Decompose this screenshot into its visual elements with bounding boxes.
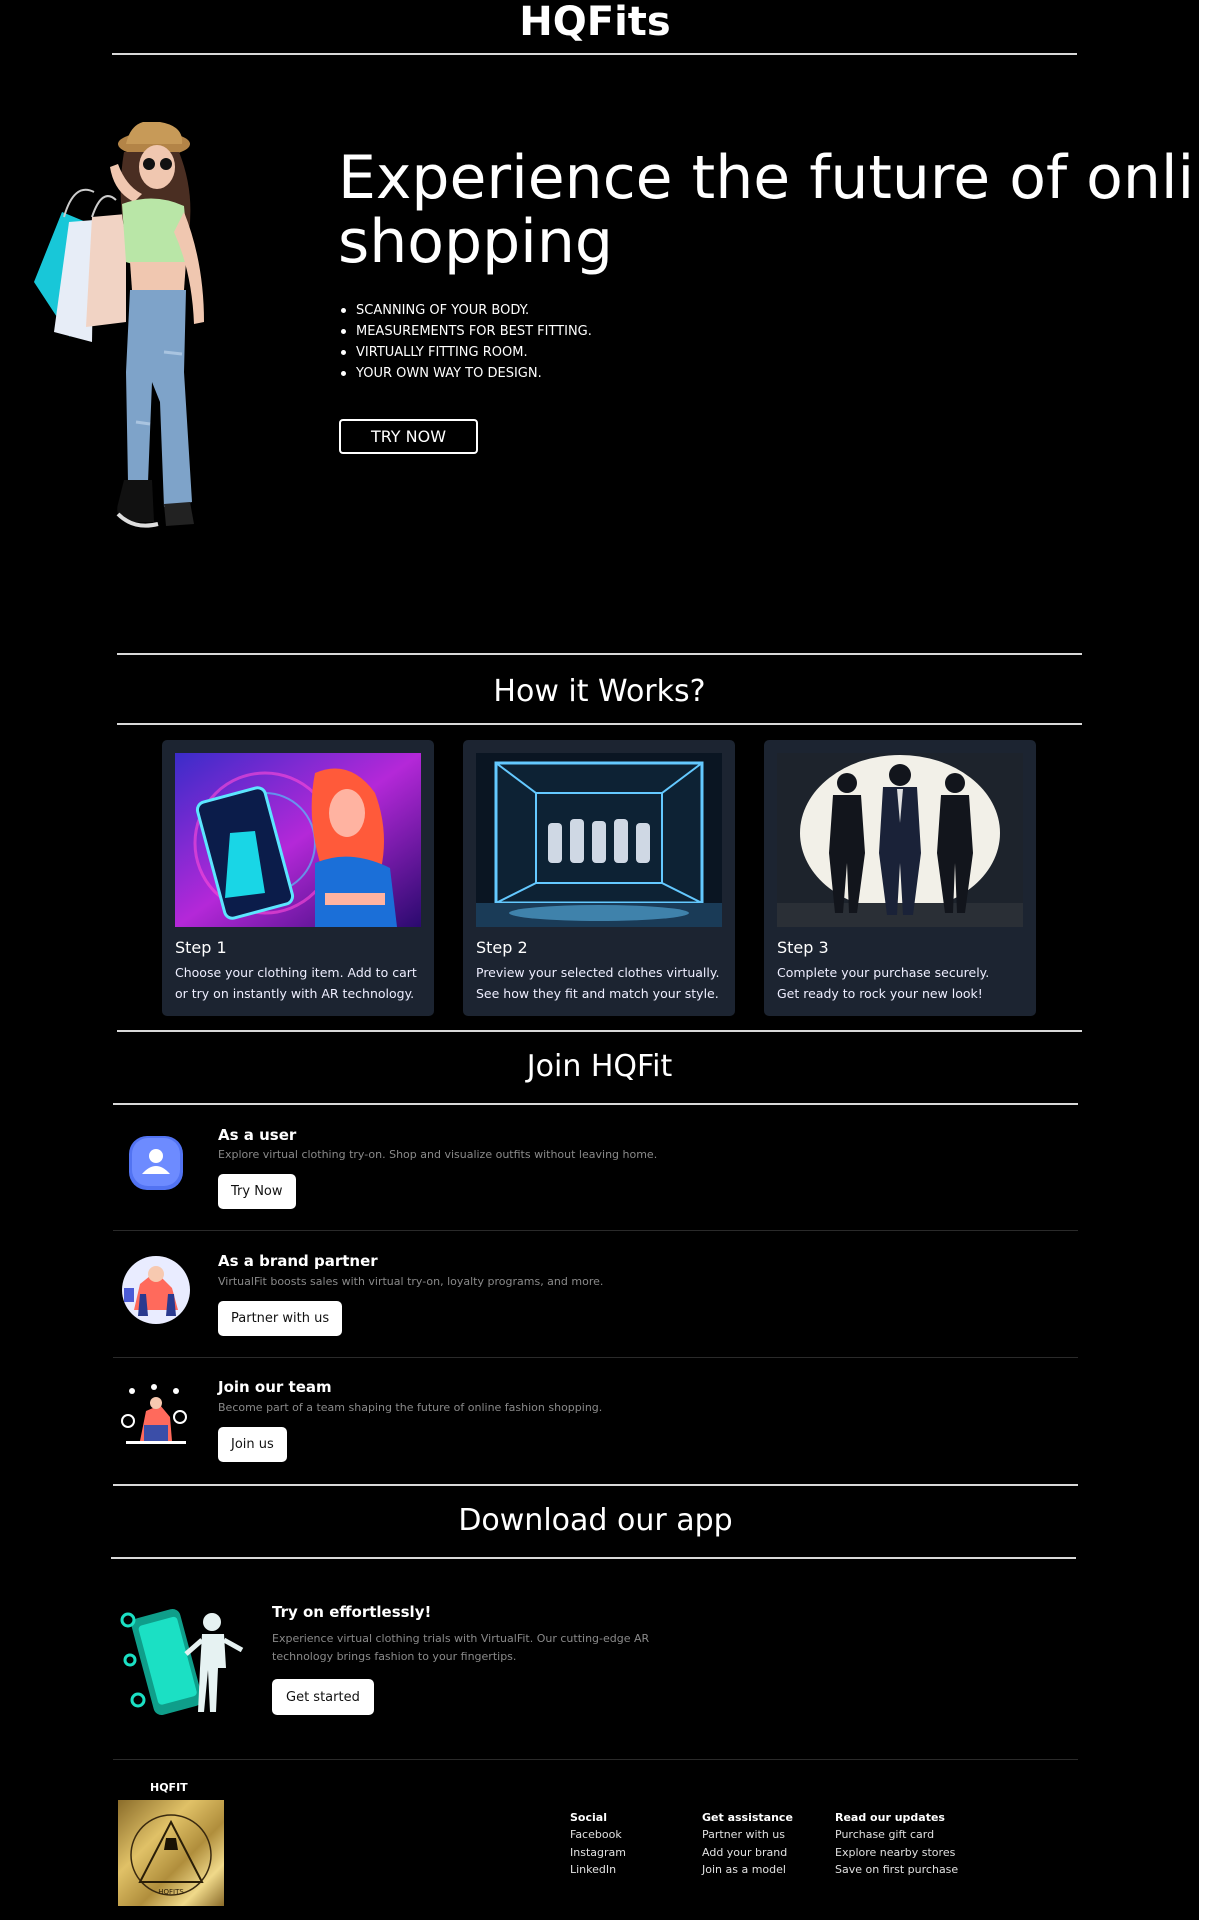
download-divider-top — [113, 1484, 1078, 1486]
join-team-desc: Become part of a team shaping the future… — [218, 1401, 603, 1414]
download-title: Download our app — [458, 1503, 733, 1538]
footer-column-title: Read our updates — [835, 1811, 945, 1824]
try-now-user-button[interactable]: Try Now — [218, 1174, 296, 1209]
hero-feature-item: YOUR OWN WAY TO DESIGN. — [340, 363, 592, 384]
footer-link-facebook[interactable]: Facebook — [570, 1826, 626, 1844]
footer-link-gift-card[interactable]: Purchase gift card — [835, 1826, 958, 1844]
hero-feature-item: VIRTUALLY FITTING ROOM. — [340, 342, 592, 363]
step-1-desc: Choose your clothing item. Add to cart o… — [175, 962, 425, 1004]
brand-title: HQFits — [519, 0, 671, 45]
footer-link-first-purchase[interactable]: Save on first purchase — [835, 1861, 958, 1879]
hero-model-image — [34, 122, 204, 528]
step-card-3: Step 3 Complete your purchase securely. … — [764, 740, 1036, 1016]
footer-logo: HQFITS — [118, 1800, 224, 1906]
brand-partner-icon — [122, 1256, 190, 1324]
step-2-desc-line2: See how they fit and match your style. — [476, 986, 719, 1001]
download-desc-line2: technology brings fashion to your finger… — [272, 1650, 517, 1663]
step-2-desc-line1: Preview your selected clothes virtually. — [476, 965, 720, 980]
step-3-desc-line1: Complete your purchase securely. — [777, 965, 990, 980]
step-3-name: Step 3 — [777, 938, 829, 957]
hero-feature-item: SCANNING OF YOUR BODY. — [340, 300, 592, 321]
step-2-name: Step 2 — [476, 938, 528, 957]
step-2-image — [476, 753, 722, 927]
how-title: How it Works? — [493, 674, 706, 709]
logo-text: HQFITS — [158, 1888, 184, 1896]
join-divider-bottom — [113, 1103, 1078, 1105]
app-phone-robot-image — [120, 1609, 244, 1715]
footer-brand: HQFIT — [150, 1781, 188, 1794]
join-row-divider — [113, 1357, 1078, 1358]
footer-link-linkedin[interactable]: LinkedIn — [570, 1861, 626, 1879]
join-partner-title: As a brand partner — [218, 1252, 378, 1270]
get-started-button[interactable]: Get started — [272, 1679, 374, 1715]
step-1-image — [175, 753, 421, 927]
join-user-desc: Explore virtual clothing try-on. Shop an… — [218, 1148, 658, 1161]
user-icon — [129, 1136, 183, 1190]
download-divider-bottom — [111, 1557, 1076, 1559]
page: HQFits Experience the future of online s… — [0, 0, 1199, 1920]
try-now-button[interactable]: TRY NOW — [339, 419, 478, 454]
step-1-desc-line2: or try on instantly with AR technology. — [175, 986, 415, 1001]
join-partner-desc: VirtualFit boosts sales with virtual try… — [218, 1275, 604, 1288]
footer-column-title: Social — [570, 1811, 607, 1824]
join-user-title: As a user — [218, 1126, 297, 1144]
how-divider-bottom — [117, 723, 1082, 725]
download-desc-line1: Experience virtual clothing trials with … — [272, 1632, 650, 1645]
step-card-1: Step 1 Choose your clothing item. Add to… — [162, 740, 434, 1016]
join-row-divider — [113, 1230, 1078, 1231]
step-2-desc: Preview your selected clothes virtually.… — [476, 962, 726, 1004]
footer-link-stores[interactable]: Explore nearby stores — [835, 1844, 958, 1862]
step-3-desc-line2: Get ready to rock your new look! — [777, 986, 983, 1001]
footer-column-updates: Read our updates Purchase gift card Expl… — [835, 1809, 958, 1879]
join-us-button[interactable]: Join us — [218, 1427, 287, 1462]
logo-triangle-icon: HQFITS — [130, 1814, 212, 1896]
step-1-name: Step 1 — [175, 938, 227, 957]
header-divider — [112, 53, 1077, 55]
hero-title-line2: shopping — [338, 207, 613, 277]
footer-column-title: Get assistance — [702, 1811, 793, 1824]
team-icon — [121, 1384, 187, 1444]
how-divider-top — [117, 653, 1082, 655]
footer-link-instagram[interactable]: Instagram — [570, 1844, 626, 1862]
footer-link-model[interactable]: Join as a model — [702, 1861, 793, 1879]
partner-with-us-button[interactable]: Partner with us — [218, 1301, 343, 1336]
step-1-desc-line1: Choose your clothing item. Add to cart — [175, 965, 417, 980]
download-desc: Experience virtual clothing trials with … — [272, 1630, 662, 1666]
join-title: Join HQFit — [526, 1049, 673, 1084]
footer-column-social: Social Facebook Instagram LinkedIn — [570, 1809, 626, 1879]
join-team-title: Join our team — [218, 1378, 332, 1396]
step-3-image — [777, 753, 1023, 927]
footer-link-partner[interactable]: Partner with us — [702, 1826, 793, 1844]
hero-title-line1: Experience the future of online — [338, 143, 1199, 213]
hero-title: Experience the future of online shopping — [338, 143, 1199, 277]
footer-column-assistance: Get assistance Partner with us Add your … — [702, 1809, 793, 1879]
download-heading: Try on effortlessly! — [272, 1603, 432, 1621]
join-divider-top — [117, 1030, 1082, 1032]
hero-feature-list: SCANNING OF YOUR BODY. MEASUREMENTS FOR … — [340, 300, 592, 384]
step-card-2: Step 2 Preview your selected clothes vir… — [463, 740, 735, 1016]
footer-link-add-brand[interactable]: Add your brand — [702, 1844, 793, 1862]
footer-divider — [113, 1759, 1078, 1760]
hero-feature-item: MEASUREMENTS FOR BEST FITTING. — [340, 321, 592, 342]
step-3-desc: Complete your purchase securely. Get rea… — [777, 962, 1027, 1004]
